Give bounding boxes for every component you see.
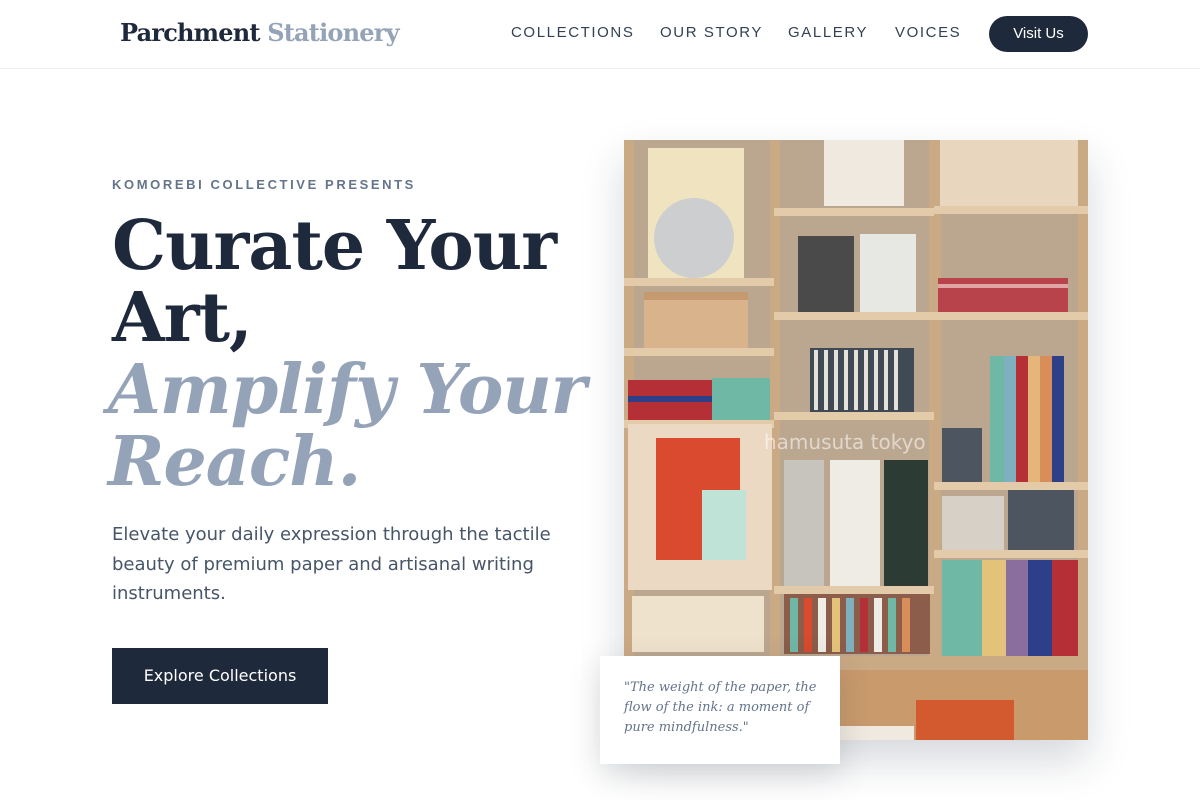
hero-image-stationery-shelves: hamusuta tokyo: [624, 140, 1088, 740]
nav-link-voices[interactable]: VOICES: [895, 24, 961, 41]
site-header: Parchment Stationery COLLECTIONS OUR STO…: [0, 0, 1200, 69]
hero-eyebrow: KOMOREBI COLLECTIVE PRESENTS: [112, 177, 416, 192]
headline-accent-line-1: Amplify Your: [108, 350, 587, 430]
hero-lead-text: Elevate your daily expression through th…: [112, 524, 551, 604]
visit-us-button[interactable]: Visit Us: [989, 16, 1088, 52]
image-watermark: hamusuta tokyo: [764, 430, 926, 454]
headline-line-2: Art,: [112, 278, 253, 358]
nav-link-gallery[interactable]: GALLERY: [788, 24, 868, 41]
headline-line-1: Curate Your: [112, 206, 557, 286]
hero-headline: Curate Your Art, Amplify Your Reach.: [108, 206, 592, 498]
explore-collections-button[interactable]: Explore Collections: [112, 648, 328, 704]
quote-text: "The weight of the paper, the flow of th…: [624, 680, 817, 735]
nav-link-our-story[interactable]: OUR STORY: [660, 24, 763, 41]
headline-accent-line-2: Reach.: [108, 422, 361, 502]
nav-link-collections[interactable]: COLLECTIONS: [511, 24, 634, 41]
quote-card: "The weight of the paper, the flow of th…: [600, 656, 840, 764]
